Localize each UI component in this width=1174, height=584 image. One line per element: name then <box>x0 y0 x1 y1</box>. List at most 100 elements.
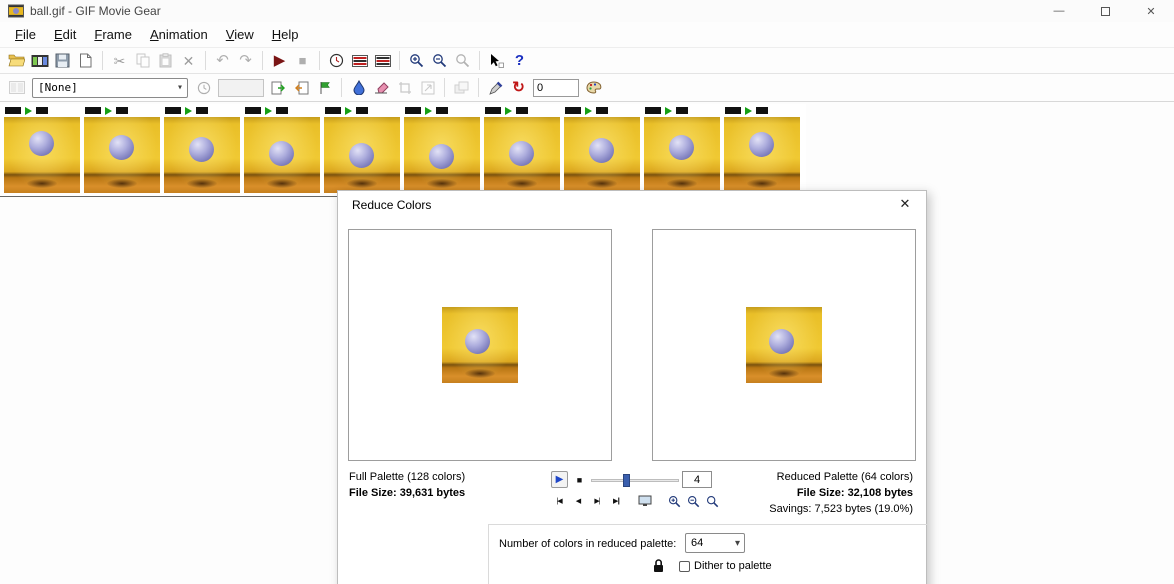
open-button[interactable] <box>5 49 28 72</box>
palette-icon <box>586 81 602 94</box>
chevron-down-icon: ▾ <box>177 82 183 93</box>
sprocket-row <box>4 104 84 117</box>
ball-shadow <box>667 179 697 188</box>
stop-button[interactable]: ■ <box>291 49 314 72</box>
delay-clock-button[interactable] <box>192 76 215 99</box>
filmstrip-frame-2[interactable] <box>84 117 160 193</box>
undo-button[interactable]: ↶ <box>211 49 234 72</box>
page-arrow-right-icon <box>271 81 286 95</box>
paste-button[interactable] <box>154 49 177 72</box>
ball-shadow <box>347 179 377 188</box>
manage-frames-button[interactable] <box>28 49 51 72</box>
palette-button[interactable] <box>582 76 605 99</box>
preview-zoom-in-button[interactable] <box>666 494 682 508</box>
menu-file[interactable]: File <box>6 25 45 44</box>
delete-button[interactable]: ✕ <box>177 49 200 72</box>
ball-graphic <box>269 141 294 166</box>
preview-zoom-out-button[interactable] <box>685 494 701 508</box>
ball-graphic <box>109 135 134 160</box>
close-button[interactable]: ✕ <box>1128 0 1174 22</box>
menu-frame[interactable]: Frame <box>85 25 141 44</box>
loop-button[interactable]: ↻ <box>507 76 530 99</box>
resize-button[interactable] <box>416 76 439 99</box>
first-frame-button[interactable]: |◀ <box>551 494 567 508</box>
select-frame-button[interactable] <box>485 49 508 72</box>
redo-button[interactable]: ↷ <box>234 49 257 72</box>
slider-thumb[interactable] <box>623 474 630 487</box>
dither-checkbox[interactable] <box>679 561 690 572</box>
dialog-titlebar[interactable]: Reduce Colors ✕ <box>338 191 926 219</box>
filmstrip-frame-9[interactable] <box>644 117 720 193</box>
filmstrip-frame-4[interactable] <box>244 117 320 193</box>
filmstrip-frame-10[interactable] <box>724 117 800 193</box>
sprocket-row <box>324 104 404 117</box>
timing-button[interactable] <box>325 49 348 72</box>
filmstrip-frame-1[interactable] <box>4 117 80 193</box>
colors-dropdown[interactable]: 64 ▾ <box>685 533 745 553</box>
filmstrip-frame-8[interactable] <box>564 117 640 193</box>
ball-graphic <box>749 132 774 157</box>
reduced-palette-label: Reduced Palette (64 colors) <box>769 469 913 485</box>
fullscreen-preview-button[interactable] <box>637 494 653 508</box>
erase-button[interactable] <box>370 76 393 99</box>
extract-frames-button[interactable] <box>290 76 313 99</box>
layers-button[interactable] <box>450 76 473 99</box>
zoom-actual-button[interactable] <box>451 49 474 72</box>
filmstrip-column <box>484 104 564 196</box>
sprocket-row <box>724 104 804 117</box>
dialog-close-button[interactable]: ✕ <box>896 196 914 212</box>
filmstrip-frame-5[interactable] <box>324 117 400 193</box>
eyedropper-icon <box>489 81 503 95</box>
crop-button[interactable] <box>393 76 416 99</box>
frame-properties-button[interactable] <box>5 76 28 99</box>
filmstrip <box>0 104 806 197</box>
filmstrip-column <box>404 104 484 196</box>
transparency-dropper-button[interactable] <box>347 76 370 99</box>
zoom-in-button[interactable] <box>405 49 428 72</box>
preview-play-button[interactable]: ▶ <box>551 471 568 488</box>
frame-slider[interactable] <box>591 472 679 488</box>
eyedropper-button[interactable] <box>484 76 507 99</box>
preview-zoom-reset-button[interactable] <box>704 494 720 508</box>
new-document-icon <box>79 53 92 68</box>
loop-count-field[interactable]: 0 <box>533 79 579 97</box>
copy-button[interactable] <box>131 49 154 72</box>
striped-film-icon <box>375 55 391 67</box>
transparency-dropdown[interactable]: [None] ▾ <box>32 78 188 98</box>
dither-checkbox-label: Dither to palette <box>694 560 772 572</box>
maximize-button[interactable] <box>1082 0 1128 22</box>
menu-help[interactable]: Help <box>263 25 308 44</box>
cut-button[interactable]: ✂ <box>108 49 131 72</box>
cursor-select-icon <box>489 53 504 68</box>
import-strip-button[interactable] <box>371 49 394 72</box>
last-frame-button[interactable]: ▶|| <box>608 494 624 508</box>
filmstrip-column <box>644 104 724 196</box>
zoom-out-button[interactable] <box>428 49 451 72</box>
menu-view[interactable]: View <box>217 25 263 44</box>
help-button[interactable]: ? <box>508 49 531 72</box>
copy-icon <box>136 53 150 68</box>
lock-button[interactable] <box>652 558 665 578</box>
frame-marker-icon <box>665 107 672 115</box>
dither-option: Dither to palette <box>679 560 772 572</box>
save-button[interactable] <box>51 49 74 72</box>
export-strip-button[interactable] <box>348 49 371 72</box>
menu-edit[interactable]: Edit <box>45 25 85 44</box>
filmstrip-frame-6[interactable] <box>404 117 480 193</box>
flag-button[interactable] <box>313 76 336 99</box>
next-frame-button[interactable]: ▶| <box>589 494 605 508</box>
resize-icon <box>421 81 435 95</box>
merge-frames-button[interactable] <box>267 76 290 99</box>
new-button[interactable] <box>74 49 97 72</box>
play-button[interactable]: ▶ <box>268 49 291 72</box>
minimize-button[interactable]: — <box>1036 0 1082 22</box>
filmstrip-frame-3[interactable] <box>164 117 240 193</box>
stop-icon: ■ <box>577 475 582 485</box>
delay-field[interactable] <box>218 79 264 97</box>
filmstrip-frame-7[interactable] <box>484 117 560 193</box>
preview-stop-button[interactable]: ■ <box>571 471 588 488</box>
prev-frame-button[interactable]: ◀ <box>570 494 586 508</box>
menu-animation[interactable]: Animation <box>141 25 217 44</box>
window-title: ball.gif - GIF Movie Gear <box>30 4 161 18</box>
filmstrip-column <box>84 104 164 196</box>
